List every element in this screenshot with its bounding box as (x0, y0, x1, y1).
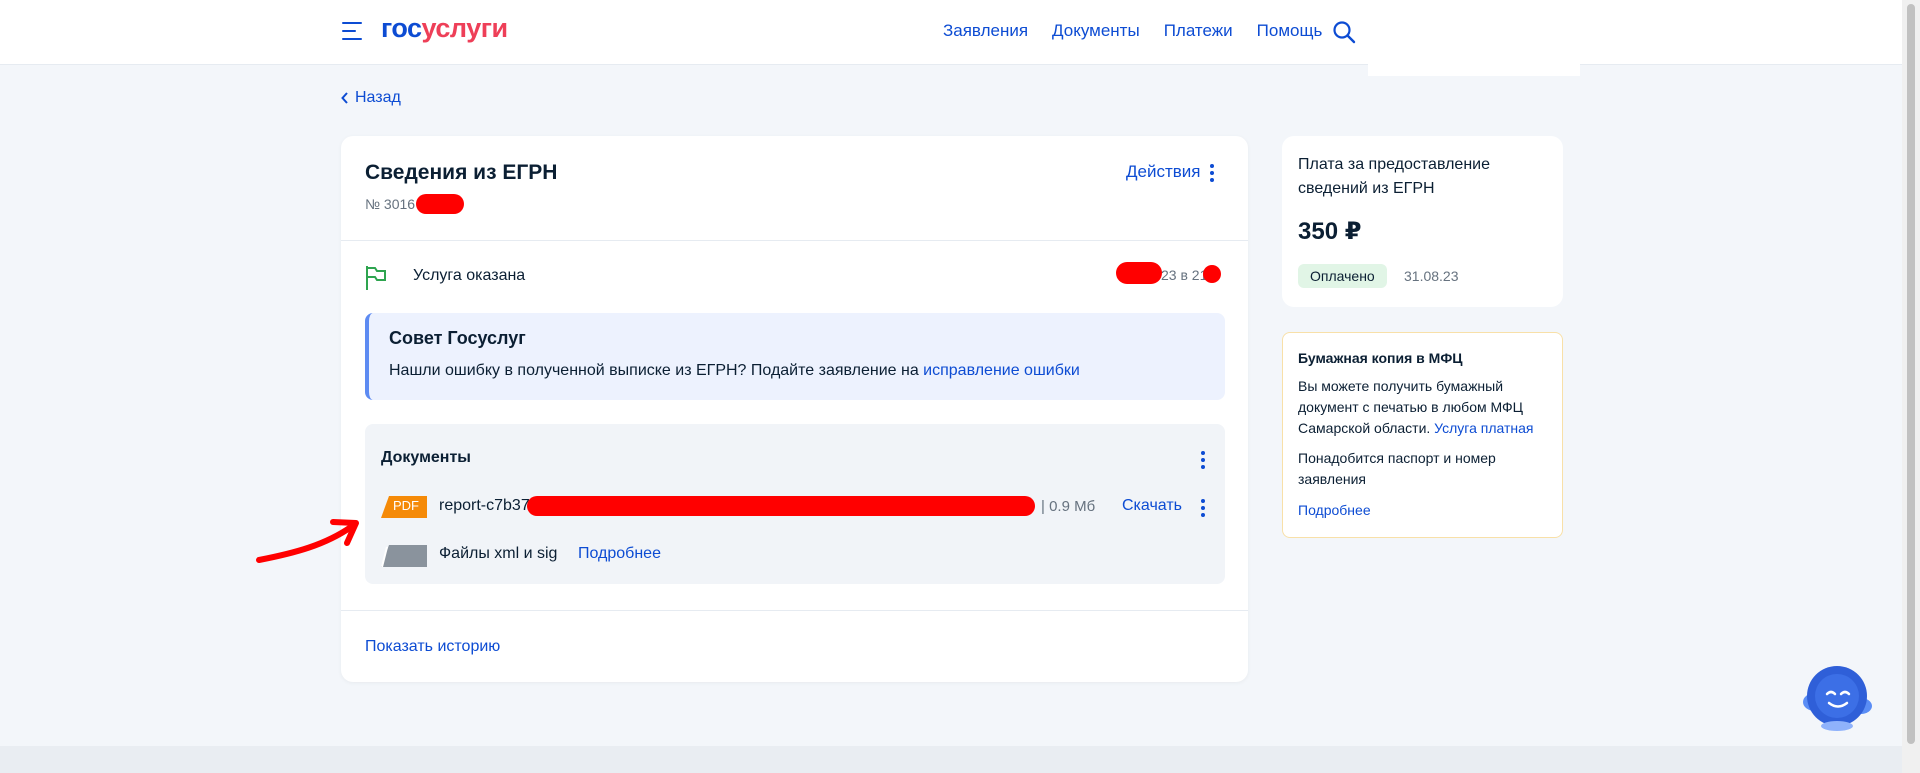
payment-date: 31.08.23 (1404, 268, 1459, 284)
nav-help[interactable]: Помощь (1257, 21, 1323, 41)
redaction-mark (1116, 262, 1162, 284)
logo-part-2: услуги (421, 13, 509, 43)
paper-copy-card: Бумажная копия в МФЦ Вы можете получить … (1282, 332, 1563, 538)
error-correction-link[interactable]: исправление ошибки (923, 362, 1080, 379)
logo-part-1: гос (381, 13, 422, 43)
nav-payments[interactable]: Платежи (1164, 21, 1233, 41)
documents-more-icon[interactable] (1201, 451, 1205, 472)
actions-more-icon[interactable] (1210, 164, 1214, 185)
xml-more-link[interactable]: Подробнее (578, 545, 661, 563)
download-button[interactable]: Скачать (1122, 497, 1182, 515)
paper-copy-text: Вы можете получить бумажный документ с п… (1298, 376, 1548, 439)
divider (341, 610, 1248, 611)
file-name[interactable]: report-c7b37 (439, 497, 530, 515)
actions-button[interactable]: Действия (1126, 162, 1200, 182)
xml-sig-label: Файлы xml и sig (439, 545, 558, 562)
top-nav: Заявления Документы Платежи Помощь (943, 21, 1322, 41)
flag-icon (366, 266, 386, 290)
documents-title: Документы (381, 449, 471, 466)
page-title: Сведения из ЕГРН (365, 161, 558, 184)
status-text: Услуга оказана (413, 267, 526, 284)
redaction-mark (527, 496, 1035, 516)
redaction-mark (1203, 265, 1221, 283)
menu-icon[interactable] (342, 22, 362, 40)
tip-title: Совет Госуслуг (389, 328, 526, 348)
search-icon[interactable] (1332, 20, 1356, 44)
application-number: № 3016 (365, 196, 416, 212)
back-link[interactable]: Назад (341, 89, 401, 107)
assistant-robot-icon[interactable] (1797, 660, 1877, 732)
payment-title: Плата за предоставление сведений из ЕГРН (1298, 156, 1490, 197)
chevron-left-icon (341, 92, 348, 104)
nav-documents[interactable]: Документы (1052, 21, 1140, 41)
show-history-link[interactable]: Показать историю (365, 638, 500, 656)
status-date: 23 в 21 (1161, 267, 1208, 283)
paper-copy-more-link[interactable]: Подробнее (1298, 502, 1371, 518)
tip-text: Нашли ошибку в полученной выписке из ЕГР… (389, 362, 1080, 380)
file-size: | 0.9 Мб (1041, 498, 1096, 515)
paid-service-link[interactable]: Услуга платная (1434, 420, 1533, 436)
paid-badge: Оплачено (1298, 264, 1387, 288)
top-header: госуслуги Заявления Документы Платежи По… (0, 0, 1902, 65)
file-more-icon[interactable] (1201, 499, 1205, 520)
back-label: Назад (355, 89, 401, 106)
divider (341, 240, 1248, 241)
redaction-mark (416, 194, 464, 214)
paper-copy-requirements: Понадобится паспорт и номер заявления (1298, 450, 1496, 487)
footer-band (0, 746, 1902, 773)
payment-card: Плата за предоставление сведений из ЕГРН… (1282, 136, 1563, 307)
documents-section: Документы PDF report-c7b37 | 0.9 Мб Скач… (365, 424, 1225, 584)
gosuslugi-tip: Совет Госуслуг Нашли ошибку в полученной… (365, 313, 1225, 400)
gosuslugi-logo[interactable]: госуслуги (381, 13, 508, 44)
tip-body: Нашли ошибку в полученной выписке из ЕГР… (389, 362, 924, 379)
paper-copy-title: Бумажная копия в МФЦ (1298, 350, 1463, 366)
payment-price: 350 ₽ (1298, 218, 1362, 245)
application-card: Сведения из ЕГРН № 3016 Действия Услуга … (341, 136, 1248, 682)
scrollbar-thumb[interactable] (1907, 4, 1915, 744)
pdf-label: PDF (393, 498, 419, 513)
nav-applications[interactable]: Заявления (943, 21, 1028, 41)
red-arrow-annotation (256, 519, 359, 563)
user-area[interactable] (1368, 0, 1580, 76)
archive-file-icon (381, 545, 427, 567)
scrollbar[interactable] (1902, 0, 1920, 773)
